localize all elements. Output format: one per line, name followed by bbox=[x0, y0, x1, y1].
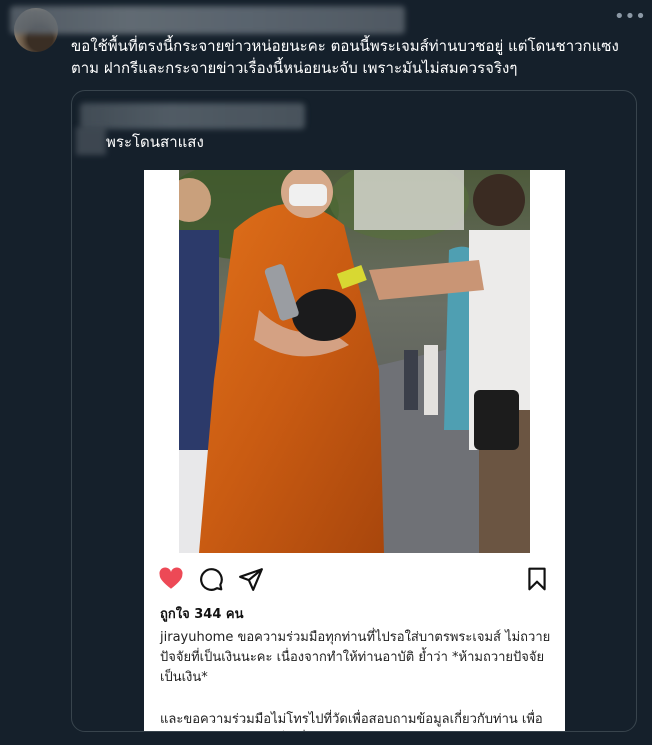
blurred-quoted-user-name bbox=[80, 103, 305, 129]
post-photo bbox=[179, 170, 530, 553]
caption-paragraph-1: jirayuhome ขอความร่วมมือทุกท่านที่ไปรอใส… bbox=[160, 630, 551, 685]
post-caption: jirayuhome ขอความร่วมมือทุกท่านที่ไปรอใส… bbox=[160, 628, 554, 731]
more-icon[interactable]: ••• bbox=[614, 8, 646, 28]
quoted-tweet-card[interactable]: พระโดนสาแสง ถูกใจ 344 คน jirayuhome ขอคว… bbox=[71, 90, 637, 732]
monk-photo bbox=[179, 170, 530, 553]
share-icon[interactable] bbox=[238, 566, 264, 592]
tweet: ••• ขอใช้พื้นที่ตรงนี้กระจายข่าวหน่อยนะค… bbox=[0, 0, 652, 745]
tweet-text: ขอใช้พื้นที่ตรงนี้กระจายข่าวหน่อยนะคะ ตอ… bbox=[71, 37, 624, 77]
instagram-post-screenshot[interactable]: ถูกใจ 344 คน jirayuhome ขอความร่วมมือทุก… bbox=[144, 170, 565, 731]
heart-icon[interactable] bbox=[158, 566, 184, 592]
blurred-user-name bbox=[10, 6, 405, 34]
caption-paragraph-2: และขอความร่วมมือไม่โทรไปที่วัดเพื่อสอบถา… bbox=[160, 712, 543, 727]
blurred-quoted-avatar bbox=[76, 127, 106, 155]
post-actions bbox=[144, 562, 565, 594]
quoted-tweet-text: พระโดนสาแสง bbox=[106, 133, 204, 151]
like-count: ถูกใจ 344 คน bbox=[160, 607, 244, 622]
comment-icon[interactable] bbox=[198, 566, 224, 592]
bookmark-icon[interactable] bbox=[524, 566, 550, 592]
